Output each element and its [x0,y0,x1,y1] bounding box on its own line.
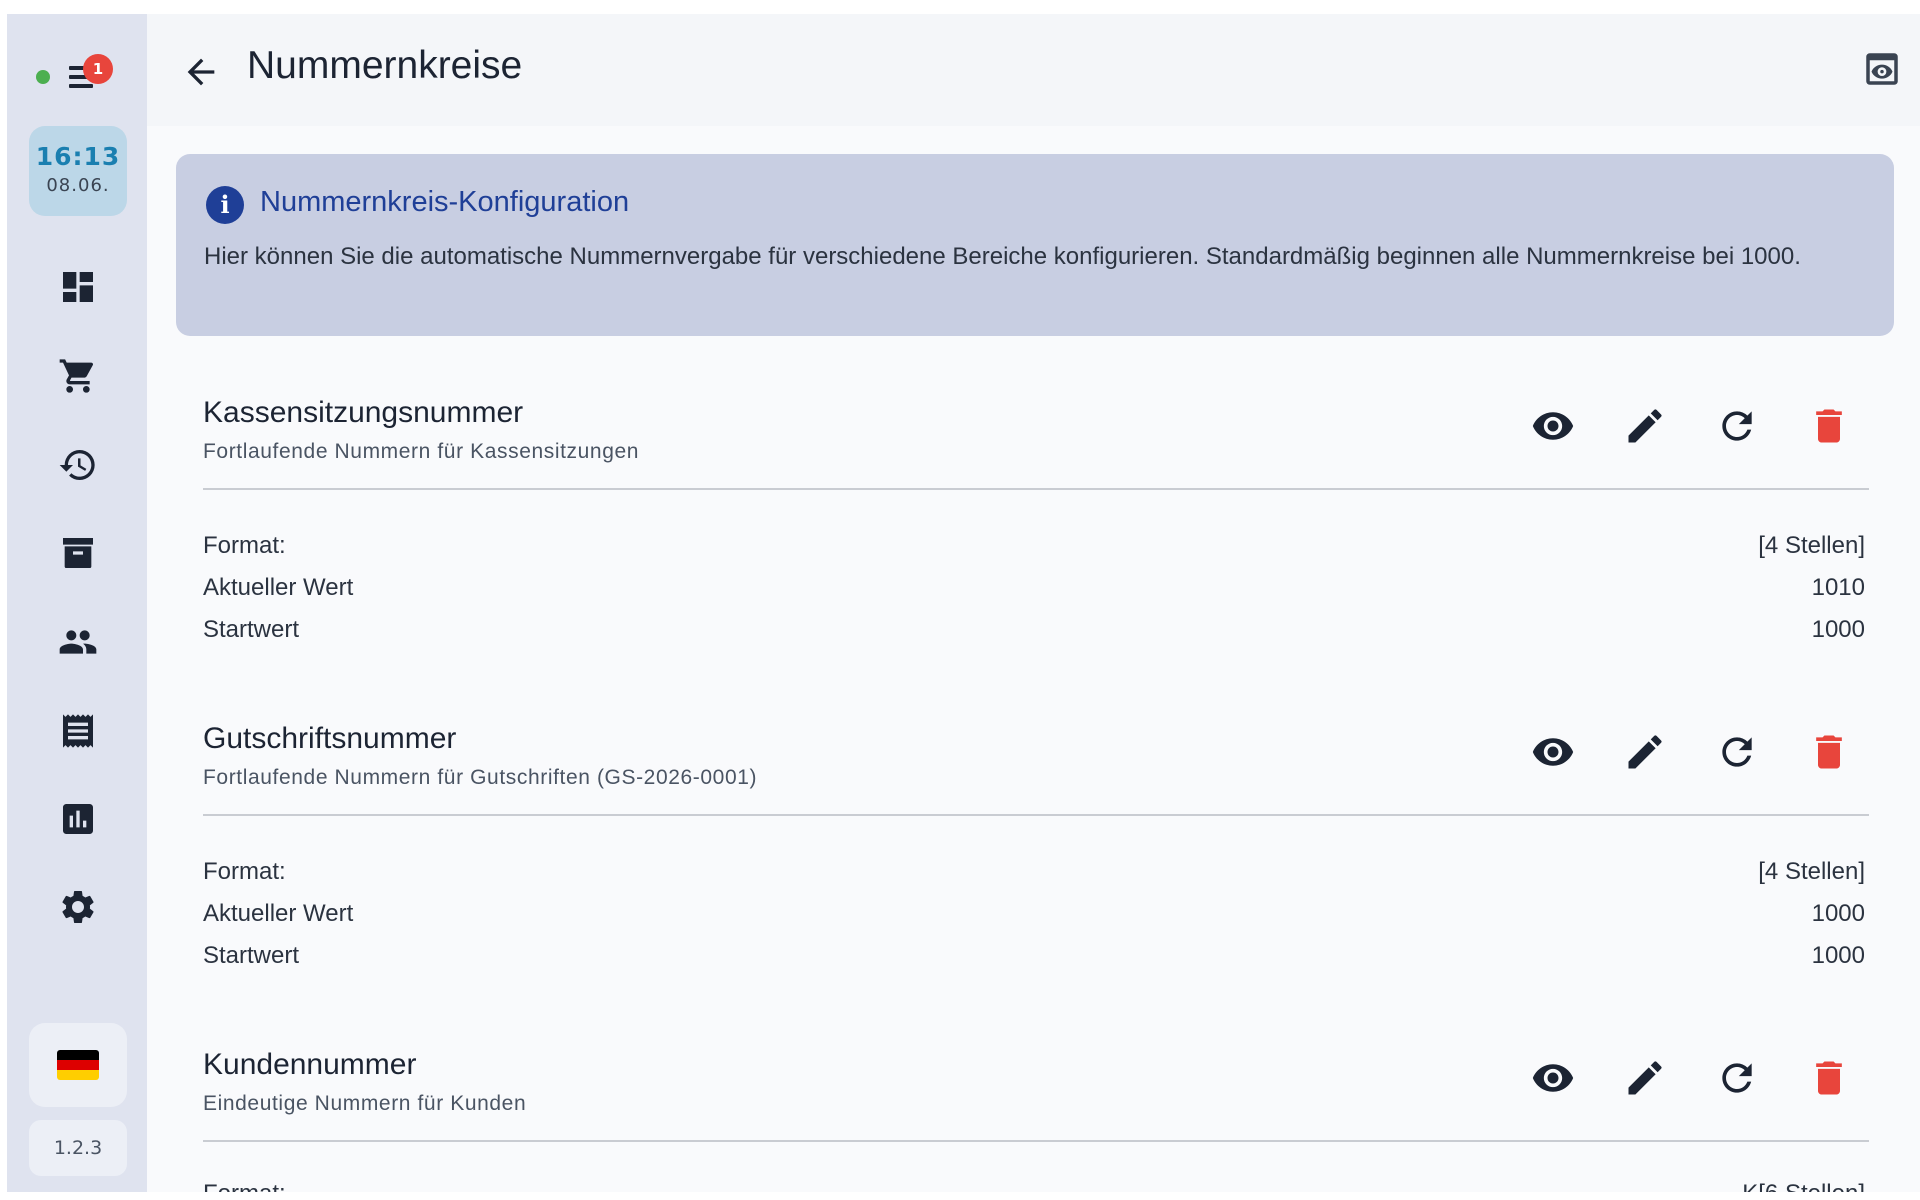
info-title: Nummernkreis-Konfiguration [260,186,630,218]
reset-button[interactable] [1713,1054,1761,1102]
archive-icon [63,538,93,568]
view-button[interactable] [1529,728,1577,776]
app-window: 1 16:13 08.06. 1.2.3 Nummernkreise i Num… [7,14,1920,1192]
eye-icon [1532,738,1574,766]
arrow-back-icon [187,58,215,86]
format-value: K[6 Stellen] [1742,1180,1865,1192]
format-label: Format: [203,532,286,559]
page-header: Nummernkreise [147,14,1920,126]
receipt-icon [63,714,93,748]
card-title: Kassensitzungsnummer [203,396,524,429]
edit-button[interactable] [1621,1054,1669,1102]
history-icon [59,450,95,480]
start-value: 1000 [1811,942,1865,969]
people-icon [59,630,97,654]
clock-date: 08.06. [46,175,110,196]
current-value-label: Aktueller Wert [203,574,354,601]
sidebar: 1 16:13 08.06. 1.2.3 [7,14,147,1192]
info-box: i Nummernkreis-Konfiguration Hier können… [176,154,1894,336]
info-icon: i [206,186,244,224]
bar-chart-icon [63,804,93,834]
dashboard-icon [63,272,93,302]
delete-button[interactable] [1805,402,1853,450]
current-value-label: Aktueller Wert [203,900,354,927]
card-subtitle: Eindeutige Nummern für Kunden [203,1092,527,1115]
current-value: 1000 [1811,900,1865,927]
start-value-label: Startwert [203,942,300,969]
view-button[interactable] [1529,1054,1577,1102]
delete-button[interactable] [1805,728,1853,776]
nav-reports[interactable] [57,798,99,840]
nav-settings[interactable] [57,886,99,928]
reset-button[interactable] [1713,728,1761,776]
format-label: Format: [203,858,286,885]
language-selector[interactable] [29,1023,127,1107]
german-flag-icon [57,1050,99,1080]
current-value: 1010 [1811,574,1865,601]
notification-badge: 1 [83,54,113,84]
gear-icon [62,891,94,923]
card-divider [203,488,1869,490]
number-range-card: Kundennummer Eindeutige Nummern für Kund… [203,1048,1869,1192]
card-title: Gutschriftsnummer [203,722,457,755]
info-text: Hier können Sie die automatische Nummern… [204,243,1801,270]
card-subtitle: Fortlaufende Nummern für Kassensitzungen [203,440,640,463]
trash-icon [1816,409,1842,443]
number-range-card: Kassensitzungsnummer Fortlaufende Nummer… [203,396,1869,656]
nav-history[interactable] [57,444,99,486]
app-version: 1.2.3 [29,1120,127,1176]
card-divider [203,1140,1869,1142]
view-button[interactable] [1529,402,1577,450]
eye-icon [1532,1064,1574,1092]
edit-button[interactable] [1621,728,1669,776]
start-value: 1000 [1811,616,1865,643]
back-button[interactable] [181,52,221,92]
refresh-icon [1722,737,1752,767]
edit-button[interactable] [1621,402,1669,450]
format-value: [4 Stellen] [1758,858,1865,885]
refresh-icon [1722,1063,1752,1093]
eye-icon [1532,412,1574,440]
nav-archive[interactable] [57,532,99,574]
pencil-icon [1628,1061,1662,1095]
nav-dashboard[interactable] [57,266,99,308]
card-actions [1529,728,1869,776]
reset-button[interactable] [1713,402,1761,450]
online-status-indicator [36,70,50,84]
shopping-cart-icon [59,359,94,393]
card-divider [203,814,1869,816]
card-actions [1529,1054,1869,1102]
clock-time: 16:13 [35,142,121,171]
card-subtitle: Fortlaufende Nummern für Gutschriften (G… [203,766,758,789]
format-label: Format: [203,1180,286,1192]
nav-receipts[interactable] [57,710,99,752]
format-value: [4 Stellen] [1758,532,1865,559]
trash-icon [1816,1061,1842,1095]
nav-customers[interactable] [57,621,99,663]
clock-widget: 16:13 08.06. [29,126,127,216]
preview-button[interactable] [1861,48,1903,90]
pencil-icon [1628,735,1662,769]
pencil-icon [1628,409,1662,443]
start-value-label: Startwert [203,616,300,643]
page-title: Nummernkreise [247,44,523,87]
nav-cart[interactable] [57,355,99,397]
delete-button[interactable] [1805,1054,1853,1102]
number-range-card: Gutschriftsnummer Fortlaufende Nummern f… [203,722,1869,982]
trash-icon [1816,735,1842,769]
refresh-icon [1722,411,1752,441]
preview-icon [1866,53,1898,85]
card-title: Kundennummer [203,1048,417,1081]
card-actions [1529,402,1869,450]
